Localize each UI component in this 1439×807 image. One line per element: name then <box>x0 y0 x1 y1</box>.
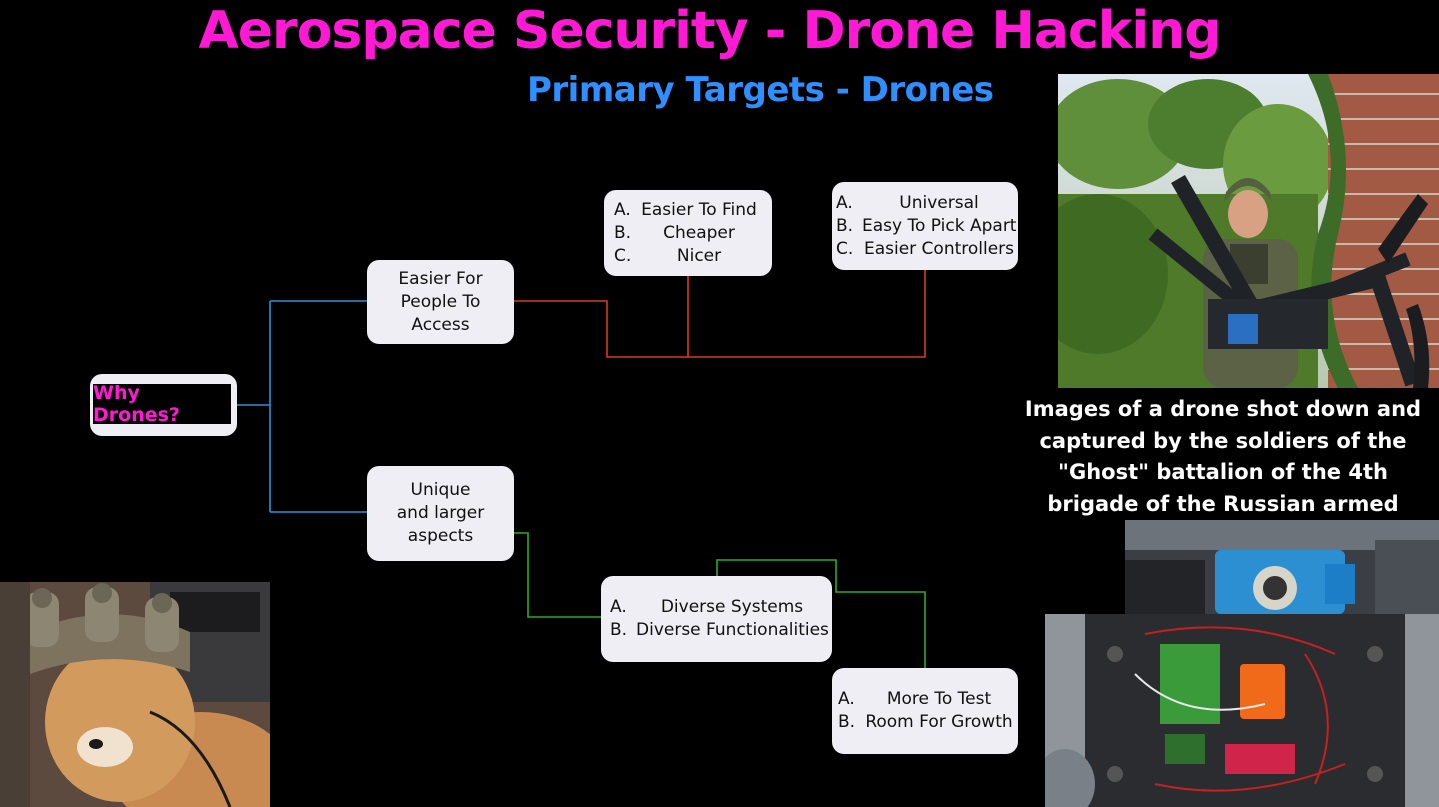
branch-access-line: Access <box>411 314 470 335</box>
branch-unique-line: aspects <box>407 526 474 546</box>
list-item: A. Diverse Systems <box>610 597 804 617</box>
list-item: B. Cheaper <box>614 222 735 243</box>
drone-camera-photo <box>1125 520 1439 614</box>
branch-access-line: Easier For <box>398 268 483 289</box>
branch-access-line: People To <box>400 291 481 312</box>
list-node-access-2: A. Universal B. Easy To Pick Apart C. Easie… <box>832 182 1018 270</box>
branch-node-access: Easier For People To Access <box>367 260 514 344</box>
connector-access-lists <box>514 270 926 358</box>
list-node-unique-2: A. More To Test B. Room For Growth <box>832 668 1018 754</box>
list-item: A. Easier To Find <box>614 199 757 220</box>
connector-root-branches <box>237 300 368 513</box>
list-item: A. More To Test <box>838 689 992 709</box>
root-node: Why Drones? <box>90 374 237 436</box>
list-node-unique-1: A. Diverse Systems B. Diverse Functionalit… <box>601 576 832 662</box>
list-item: C. Nicer <box>614 245 722 266</box>
soldier-drone-photo <box>1058 74 1439 388</box>
root-node-label: Why Drones? <box>93 382 231 426</box>
list-item: B. Diverse Functionalities <box>610 620 829 640</box>
list-item: C. Easier Controllers <box>836 238 1015 259</box>
list-item: A. Universal <box>836 192 979 213</box>
list-node-access-1: A. Easier To Find B. Cheaper C. Nicer <box>604 190 772 276</box>
branch-unique-line: Unique <box>410 480 471 500</box>
drone-electronics-photo <box>1045 614 1439 807</box>
list-item: B. Room For Growth <box>838 712 1013 732</box>
list-item: B. Easy To Pick Apart <box>836 215 1017 236</box>
dog-goggles-photo <box>0 582 270 807</box>
branch-node-unique: Unique and larger aspects <box>367 466 514 561</box>
branch-unique-line: and larger <box>396 503 485 523</box>
